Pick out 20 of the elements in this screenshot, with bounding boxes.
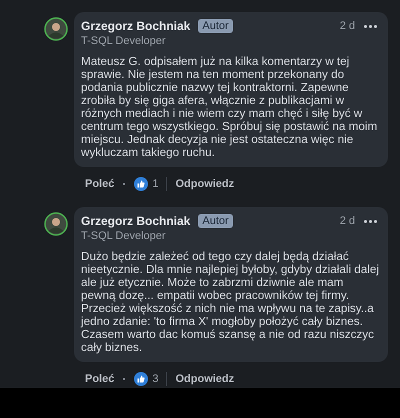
comment-text: Mateusz G. odpisałem już na kilka komentarzy w tej sprawie. Nie jestem na ten moment przekonany do podania publicznie nazwy tej kontraktorni. Zapewne zrobiła by się giga afera, włącznie z publikacjami w różnych mediach i nie wiem czy mam chęć i siłę być w centrum tego wszystkiego. Spróbuj się postawić na moim miejscu. Jednak decyzja nie jest ostateczna więc nie wykluczam takiego ruchu.	[81, 55, 378, 159]
timestamp: 2 d	[340, 214, 355, 229]
thumbs-up-icon	[134, 372, 148, 386]
author-badge: Autor	[198, 19, 233, 33]
like-count: 3	[152, 372, 158, 387]
author-title: T-SQL Developer	[81, 230, 167, 243]
reply-link[interactable]: Odpowiedz	[175, 370, 234, 388]
like-count: 1	[152, 176, 158, 192]
timestamp: 2 d	[340, 18, 355, 34]
avatar[interactable]	[44, 212, 68, 236]
reply-link[interactable]: Odpowiedz	[175, 176, 234, 192]
author-name[interactable]: Grzegorz Bochniak	[81, 17, 190, 35]
author-name[interactable]: Grzegorz Bochniak	[81, 212, 190, 230]
author-title: T-SQL Developer	[81, 35, 167, 48]
recommend-link[interactable]: Poleć	[85, 370, 114, 388]
thumbs-up-icon	[134, 177, 148, 191]
recommend-link[interactable]: Poleć	[85, 176, 114, 192]
author-badge: Autor	[198, 214, 233, 228]
comment-text: Dużo będzie zależeć od tego czy dalej będą działać nieetycznie. Dla mnie najlepiej byłoby, gdyby działali dalej ale już etycznie. Może to zabrzmi dziwnie ale mam pewną dozę... empatii wobec pracowników tej firmy. Przecież większość z nich nie ma wpływu na te zapisy..a jedno zdanie: 'to firma X' mogłoby położyć cały biznes. Czasem warto dac komuś szansę a nie od razu niszczyc cały biznes.	[81, 250, 380, 354]
avatar[interactable]	[44, 17, 68, 41]
